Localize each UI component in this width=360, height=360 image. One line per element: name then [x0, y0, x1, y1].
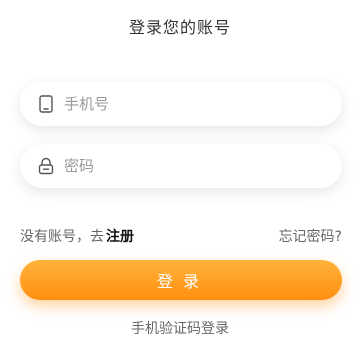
- forgot-password-link[interactable]: 忘记密码?: [279, 226, 342, 246]
- account-links: 没有账号，去 注册 忘记密码?: [20, 226, 342, 246]
- register-prompt: 没有账号，去 注册: [20, 226, 134, 246]
- lock-icon: [36, 156, 56, 176]
- no-account-text: 没有账号，去: [20, 229, 104, 245]
- phone-input[interactable]: [64, 89, 314, 119]
- password-input[interactable]: [64, 151, 314, 181]
- password-field[interactable]: [20, 144, 342, 188]
- login-page: 登录您的账号 没有账号，去注册 忘记密码? 登录 手机验证码登录: [0, 0, 360, 360]
- phone-icon: [36, 94, 56, 114]
- phone-field[interactable]: [20, 82, 342, 126]
- sms-login-link[interactable]: 手机验证码登录: [0, 318, 360, 338]
- page-title: 登录您的账号: [128, 18, 231, 37]
- login-button[interactable]: 登录: [20, 260, 342, 300]
- register-link[interactable]: 注册: [106, 229, 134, 245]
